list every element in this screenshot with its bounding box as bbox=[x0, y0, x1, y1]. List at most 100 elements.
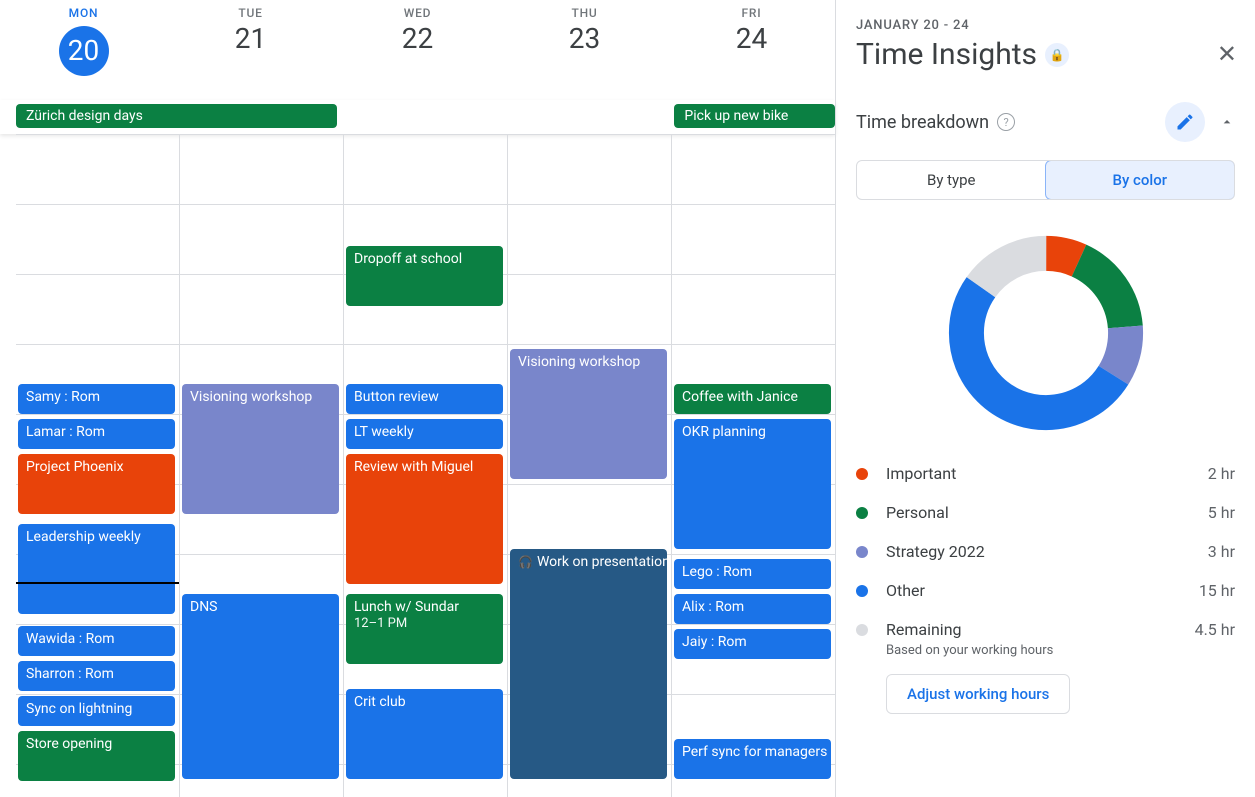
adjust-working-hours-button[interactable]: Adjust working hours bbox=[886, 674, 1070, 714]
event-title: Store opening bbox=[26, 736, 112, 752]
event-title: Crit club bbox=[354, 694, 406, 710]
calendar-event[interactable]: OKR planning bbox=[674, 419, 831, 549]
calendar-event[interactable]: Lego : Rom bbox=[674, 559, 831, 589]
event-title: Lamar : Rom bbox=[26, 424, 105, 440]
legend-value: 2 hr bbox=[1208, 464, 1235, 483]
time-insights-panel: JANUARY 20 ‑ 24 Time Insights 🔒 ✕ Time b… bbox=[835, 0, 1255, 797]
calendar-event[interactable]: Button review bbox=[346, 384, 503, 414]
legend-row[interactable]: Strategy 20223 hr bbox=[856, 532, 1235, 571]
event-title: Perf sync for managers bbox=[682, 744, 827, 760]
donut-chart bbox=[856, 228, 1235, 438]
legend-value: 5 hr bbox=[1208, 503, 1235, 522]
legend-swatch bbox=[856, 507, 868, 519]
legend-row[interactable]: Important2 hr bbox=[856, 454, 1235, 493]
date-range: JANUARY 20 ‑ 24 bbox=[856, 18, 1235, 33]
day-column[interactable]: Visioning workshop DNS bbox=[179, 134, 343, 797]
now-indicator bbox=[16, 582, 179, 584]
legend-label: Remaining bbox=[886, 620, 1195, 639]
event-title: Visioning workshop bbox=[190, 389, 312, 405]
calendar-event[interactable]: Project Phoenix bbox=[18, 454, 175, 514]
calendar-event[interactable]: Sharron : Rom bbox=[18, 661, 175, 691]
panel-title-text: Time Insights bbox=[856, 37, 1037, 72]
legend-swatch bbox=[856, 468, 868, 480]
calendar-event[interactable]: Store opening bbox=[18, 731, 175, 781]
event-title: Project Phoenix bbox=[26, 459, 124, 475]
calendar-event[interactable]: Wawida : Rom bbox=[18, 626, 175, 656]
day-column[interactable]: Coffee with Janice OKR planning Lego : Rom… bbox=[671, 134, 835, 797]
legend: Important2 hrPersonal5 hrStrategy 20223 … bbox=[856, 454, 1235, 714]
day-date: 23 bbox=[501, 22, 668, 55]
tab-by-color[interactable]: By color bbox=[1045, 160, 1236, 200]
calendar-event[interactable]: Sync on lightning bbox=[18, 696, 175, 726]
event-title: Leadership weekly bbox=[26, 529, 141, 545]
day-column[interactable]: Dropoff at school Button review LT weekly R… bbox=[343, 134, 507, 797]
legend-swatch bbox=[856, 624, 868, 636]
legend-value: 3 hr bbox=[1208, 542, 1235, 561]
event-title: Work on presentation bbox=[537, 554, 667, 570]
day-header-row: MON 20 TUE 21WED 22THU23FRI 24 bbox=[0, 0, 835, 100]
event-title: Alix : Rom bbox=[682, 599, 744, 615]
calendar-event[interactable]: Crit club bbox=[346, 689, 503, 779]
day-of-week: TUE bbox=[167, 6, 334, 20]
day-of-week: MON bbox=[0, 6, 167, 20]
day-header[interactable]: WED 22 bbox=[334, 0, 501, 99]
day-column[interactable]: Visioning workshop Work on presentation bbox=[507, 134, 671, 797]
calendar-event[interactable]: LT weekly bbox=[346, 419, 503, 449]
chevron-up-icon[interactable] bbox=[1219, 114, 1235, 130]
day-header[interactable]: THU23 bbox=[501, 0, 668, 99]
close-icon[interactable]: ✕ bbox=[1217, 42, 1237, 66]
breakdown-tabs: By type By color bbox=[856, 160, 1235, 200]
time-grid[interactable]: Samy : Rom Lamar : Rom Project Phoenix Lead… bbox=[16, 134, 835, 797]
event-title: Lego : Rom bbox=[682, 564, 752, 580]
event-title: Dropoff at school bbox=[354, 251, 462, 267]
legend-row[interactable]: Personal5 hr bbox=[856, 493, 1235, 532]
calendar-event[interactable]: Work on presentation bbox=[510, 549, 667, 779]
legend-label: Important bbox=[886, 464, 1208, 483]
calendar-event[interactable]: Visioning workshop bbox=[182, 384, 339, 514]
day-header[interactable]: FRI 24 bbox=[668, 0, 835, 99]
day-date: 20 bbox=[59, 26, 109, 76]
calendar-event[interactable]: Perf sync for managers bbox=[674, 739, 831, 779]
lock-icon[interactable]: 🔒 bbox=[1045, 43, 1069, 67]
day-header[interactable]: MON 20 bbox=[0, 0, 167, 99]
calendar-grid: MON20TUE21WED22THU23FRI24 Zürich design … bbox=[0, 0, 835, 797]
day-column[interactable]: Samy : Rom Lamar : Rom Project Phoenix Lead… bbox=[16, 134, 179, 797]
event-title: Samy : Rom bbox=[26, 389, 100, 405]
day-date: 24 bbox=[668, 22, 835, 55]
event-title: OKR planning bbox=[682, 424, 766, 440]
calendar-event[interactable]: Leadership weekly bbox=[18, 524, 175, 614]
calendar-event[interactable]: Lunch w/ Sundar12–1 PM bbox=[346, 594, 503, 664]
edit-button[interactable] bbox=[1165, 102, 1205, 142]
day-date: 21 bbox=[167, 22, 334, 55]
info-icon[interactable]: ? bbox=[997, 113, 1015, 131]
event-title: Visioning workshop bbox=[518, 354, 640, 370]
all-day-event[interactable]: Pick up new bike bbox=[674, 104, 835, 128]
legend-label: Other bbox=[886, 581, 1199, 600]
calendar-event[interactable]: DNS bbox=[182, 594, 339, 779]
day-of-week: WED bbox=[334, 6, 501, 20]
legend-swatch bbox=[856, 546, 868, 558]
legend-value: 15 hr bbox=[1199, 581, 1235, 600]
event-title: Jaiy : Rom bbox=[682, 634, 747, 650]
event-title: LT weekly bbox=[354, 424, 414, 440]
legend-sublabel: Based on your working hours bbox=[886, 643, 1235, 658]
calendar-event[interactable]: Dropoff at school bbox=[346, 246, 503, 306]
legend-row[interactable]: Other15 hr bbox=[856, 571, 1235, 610]
calendar-event[interactable]: Visioning workshop bbox=[510, 349, 667, 479]
calendar-event[interactable]: Samy : Rom bbox=[18, 384, 175, 414]
legend-label: Personal bbox=[886, 503, 1208, 522]
panel-title: Time Insights 🔒 bbox=[856, 37, 1235, 72]
day-header[interactable]: TUE 21 bbox=[167, 0, 334, 99]
legend-label: Strategy 2022 bbox=[886, 542, 1208, 561]
day-date: 22 bbox=[334, 22, 501, 55]
calendar-event[interactable]: Review with Miguel bbox=[346, 454, 503, 584]
event-title: Coffee with Janice bbox=[682, 389, 798, 405]
legend-value: 4.5 hr bbox=[1195, 620, 1235, 639]
calendar-event[interactable]: Lamar : Rom bbox=[18, 419, 175, 449]
legend-swatch bbox=[856, 585, 868, 597]
tab-by-type[interactable]: By type bbox=[857, 161, 1046, 199]
calendar-event[interactable]: Jaiy : Rom bbox=[674, 629, 831, 659]
day-of-week: FRI bbox=[668, 6, 835, 20]
calendar-event[interactable]: Coffee with Janice bbox=[674, 384, 831, 414]
calendar-event[interactable]: Alix : Rom bbox=[674, 594, 831, 624]
